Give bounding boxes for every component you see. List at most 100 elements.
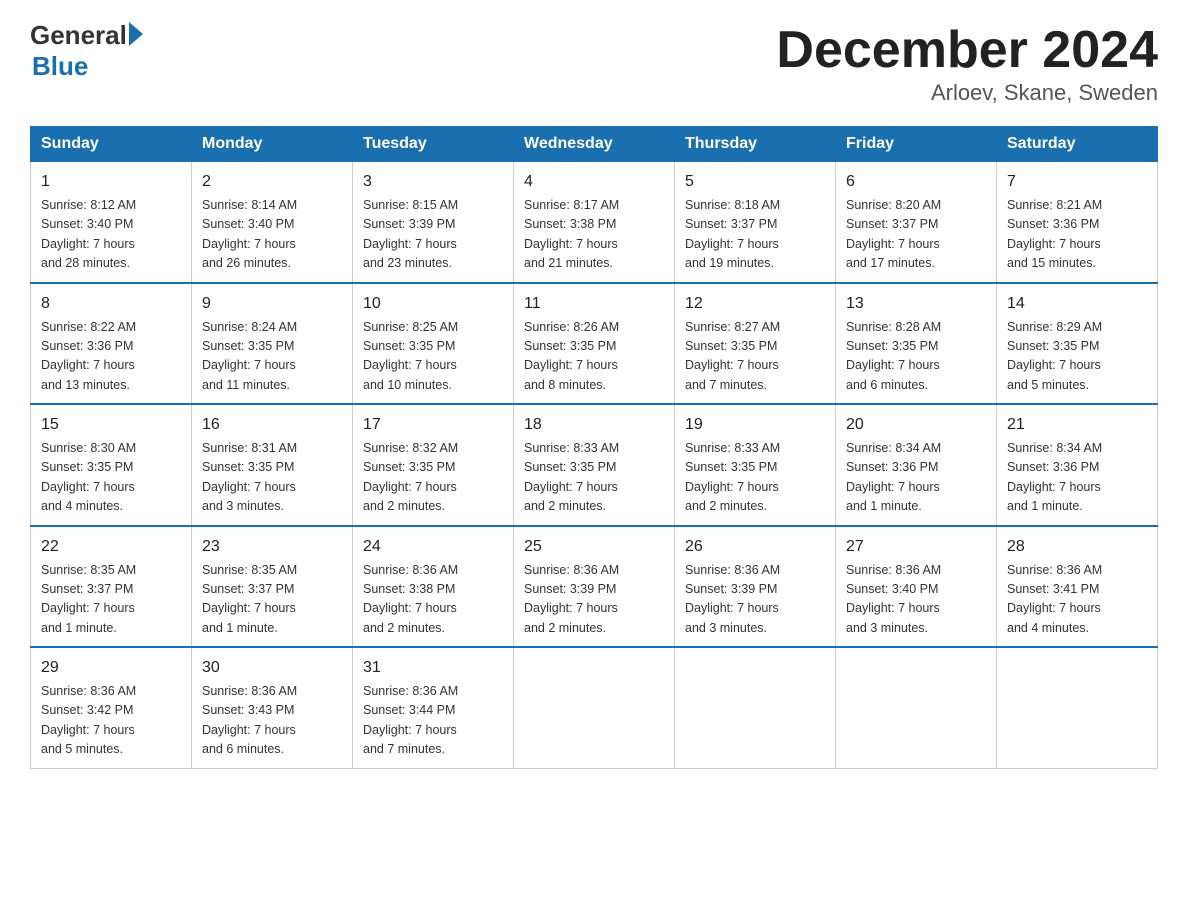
day-number: 16	[202, 413, 342, 437]
table-row: 2Sunrise: 8:14 AMSunset: 3:40 PMDaylight…	[192, 162, 353, 283]
day-info: Sunrise: 8:17 AMSunset: 3:38 PMDaylight:…	[524, 196, 664, 274]
day-info: Sunrise: 8:28 AMSunset: 3:35 PMDaylight:…	[846, 318, 986, 396]
day-number: 18	[524, 413, 664, 437]
day-info: Sunrise: 8:26 AMSunset: 3:35 PMDaylight:…	[524, 318, 664, 396]
table-row: 30Sunrise: 8:36 AMSunset: 3:43 PMDayligh…	[192, 647, 353, 768]
day-info: Sunrise: 8:27 AMSunset: 3:35 PMDaylight:…	[685, 318, 825, 396]
calendar-header-monday: Monday	[192, 127, 353, 162]
day-info: Sunrise: 8:34 AMSunset: 3:36 PMDaylight:…	[846, 439, 986, 517]
day-info: Sunrise: 8:14 AMSunset: 3:40 PMDaylight:…	[202, 196, 342, 274]
day-number: 7	[1007, 170, 1147, 194]
table-row: 7Sunrise: 8:21 AMSunset: 3:36 PMDaylight…	[997, 162, 1158, 283]
table-row: 17Sunrise: 8:32 AMSunset: 3:35 PMDayligh…	[353, 404, 514, 526]
day-number: 2	[202, 170, 342, 194]
table-row	[514, 647, 675, 768]
table-row: 6Sunrise: 8:20 AMSunset: 3:37 PMDaylight…	[836, 162, 997, 283]
table-row: 16Sunrise: 8:31 AMSunset: 3:35 PMDayligh…	[192, 404, 353, 526]
table-row: 21Sunrise: 8:34 AMSunset: 3:36 PMDayligh…	[997, 404, 1158, 526]
day-info: Sunrise: 8:24 AMSunset: 3:35 PMDaylight:…	[202, 318, 342, 396]
table-row: 3Sunrise: 8:15 AMSunset: 3:39 PMDaylight…	[353, 162, 514, 283]
table-row: 8Sunrise: 8:22 AMSunset: 3:36 PMDaylight…	[31, 283, 192, 405]
table-row: 13Sunrise: 8:28 AMSunset: 3:35 PMDayligh…	[836, 283, 997, 405]
day-number: 23	[202, 535, 342, 559]
day-number: 28	[1007, 535, 1147, 559]
calendar-week-row: 29Sunrise: 8:36 AMSunset: 3:42 PMDayligh…	[31, 647, 1158, 768]
table-row: 22Sunrise: 8:35 AMSunset: 3:37 PMDayligh…	[31, 526, 192, 648]
calendar-header-friday: Friday	[836, 127, 997, 162]
day-info: Sunrise: 8:25 AMSunset: 3:35 PMDaylight:…	[363, 318, 503, 396]
day-number: 13	[846, 292, 986, 316]
day-number: 8	[41, 292, 181, 316]
day-info: Sunrise: 8:36 AMSunset: 3:43 PMDaylight:…	[202, 682, 342, 760]
day-info: Sunrise: 8:36 AMSunset: 3:40 PMDaylight:…	[846, 561, 986, 639]
table-row: 20Sunrise: 8:34 AMSunset: 3:36 PMDayligh…	[836, 404, 997, 526]
table-row: 24Sunrise: 8:36 AMSunset: 3:38 PMDayligh…	[353, 526, 514, 648]
table-row: 18Sunrise: 8:33 AMSunset: 3:35 PMDayligh…	[514, 404, 675, 526]
day-number: 4	[524, 170, 664, 194]
logo-general-text: General	[30, 20, 127, 51]
day-number: 15	[41, 413, 181, 437]
day-number: 11	[524, 292, 664, 316]
calendar-header-wednesday: Wednesday	[514, 127, 675, 162]
table-row: 4Sunrise: 8:17 AMSunset: 3:38 PMDaylight…	[514, 162, 675, 283]
day-number: 19	[685, 413, 825, 437]
table-row: 19Sunrise: 8:33 AMSunset: 3:35 PMDayligh…	[675, 404, 836, 526]
day-number: 30	[202, 656, 342, 680]
calendar-week-row: 15Sunrise: 8:30 AMSunset: 3:35 PMDayligh…	[31, 404, 1158, 526]
calendar-header-sunday: Sunday	[31, 127, 192, 162]
day-number: 12	[685, 292, 825, 316]
day-info: Sunrise: 8:36 AMSunset: 3:38 PMDaylight:…	[363, 561, 503, 639]
day-number: 9	[202, 292, 342, 316]
table-row: 5Sunrise: 8:18 AMSunset: 3:37 PMDaylight…	[675, 162, 836, 283]
day-number: 29	[41, 656, 181, 680]
day-number: 14	[1007, 292, 1147, 316]
calendar-header-row: SundayMondayTuesdayWednesdayThursdayFrid…	[31, 127, 1158, 162]
table-row: 11Sunrise: 8:26 AMSunset: 3:35 PMDayligh…	[514, 283, 675, 405]
table-row: 14Sunrise: 8:29 AMSunset: 3:35 PMDayligh…	[997, 283, 1158, 405]
table-row: 26Sunrise: 8:36 AMSunset: 3:39 PMDayligh…	[675, 526, 836, 648]
table-row: 29Sunrise: 8:36 AMSunset: 3:42 PMDayligh…	[31, 647, 192, 768]
calendar-week-row: 8Sunrise: 8:22 AMSunset: 3:36 PMDaylight…	[31, 283, 1158, 405]
logo: General Blue	[30, 20, 143, 82]
page-subtitle: Arloev, Skane, Sweden	[776, 80, 1158, 106]
day-number: 27	[846, 535, 986, 559]
day-info: Sunrise: 8:35 AMSunset: 3:37 PMDaylight:…	[41, 561, 181, 639]
day-info: Sunrise: 8:29 AMSunset: 3:35 PMDaylight:…	[1007, 318, 1147, 396]
day-number: 25	[524, 535, 664, 559]
day-info: Sunrise: 8:34 AMSunset: 3:36 PMDaylight:…	[1007, 439, 1147, 517]
day-info: Sunrise: 8:36 AMSunset: 3:41 PMDaylight:…	[1007, 561, 1147, 639]
table-row: 31Sunrise: 8:36 AMSunset: 3:44 PMDayligh…	[353, 647, 514, 768]
day-number: 6	[846, 170, 986, 194]
table-row: 10Sunrise: 8:25 AMSunset: 3:35 PMDayligh…	[353, 283, 514, 405]
day-info: Sunrise: 8:36 AMSunset: 3:42 PMDaylight:…	[41, 682, 181, 760]
table-row: 28Sunrise: 8:36 AMSunset: 3:41 PMDayligh…	[997, 526, 1158, 648]
day-number: 3	[363, 170, 503, 194]
day-number: 24	[363, 535, 503, 559]
table-row: 12Sunrise: 8:27 AMSunset: 3:35 PMDayligh…	[675, 283, 836, 405]
day-info: Sunrise: 8:20 AMSunset: 3:37 PMDaylight:…	[846, 196, 986, 274]
day-number: 5	[685, 170, 825, 194]
day-number: 10	[363, 292, 503, 316]
logo-blue-text: Blue	[32, 51, 143, 82]
day-info: Sunrise: 8:12 AMSunset: 3:40 PMDaylight:…	[41, 196, 181, 274]
day-number: 1	[41, 170, 181, 194]
table-row	[675, 647, 836, 768]
day-number: 17	[363, 413, 503, 437]
day-info: Sunrise: 8:15 AMSunset: 3:39 PMDaylight:…	[363, 196, 503, 274]
day-info: Sunrise: 8:35 AMSunset: 3:37 PMDaylight:…	[202, 561, 342, 639]
day-info: Sunrise: 8:33 AMSunset: 3:35 PMDaylight:…	[685, 439, 825, 517]
day-info: Sunrise: 8:22 AMSunset: 3:36 PMDaylight:…	[41, 318, 181, 396]
table-row: 1Sunrise: 8:12 AMSunset: 3:40 PMDaylight…	[31, 162, 192, 283]
day-info: Sunrise: 8:32 AMSunset: 3:35 PMDaylight:…	[363, 439, 503, 517]
table-row: 9Sunrise: 8:24 AMSunset: 3:35 PMDaylight…	[192, 283, 353, 405]
calendar-header-thursday: Thursday	[675, 127, 836, 162]
day-info: Sunrise: 8:21 AMSunset: 3:36 PMDaylight:…	[1007, 196, 1147, 274]
day-info: Sunrise: 8:36 AMSunset: 3:44 PMDaylight:…	[363, 682, 503, 760]
page-header: General Blue December 2024 Arloev, Skane…	[30, 20, 1158, 106]
day-number: 26	[685, 535, 825, 559]
day-info: Sunrise: 8:36 AMSunset: 3:39 PMDaylight:…	[685, 561, 825, 639]
table-row: 27Sunrise: 8:36 AMSunset: 3:40 PMDayligh…	[836, 526, 997, 648]
title-block: December 2024 Arloev, Skane, Sweden	[776, 20, 1158, 106]
calendar-header-saturday: Saturday	[997, 127, 1158, 162]
day-number: 20	[846, 413, 986, 437]
